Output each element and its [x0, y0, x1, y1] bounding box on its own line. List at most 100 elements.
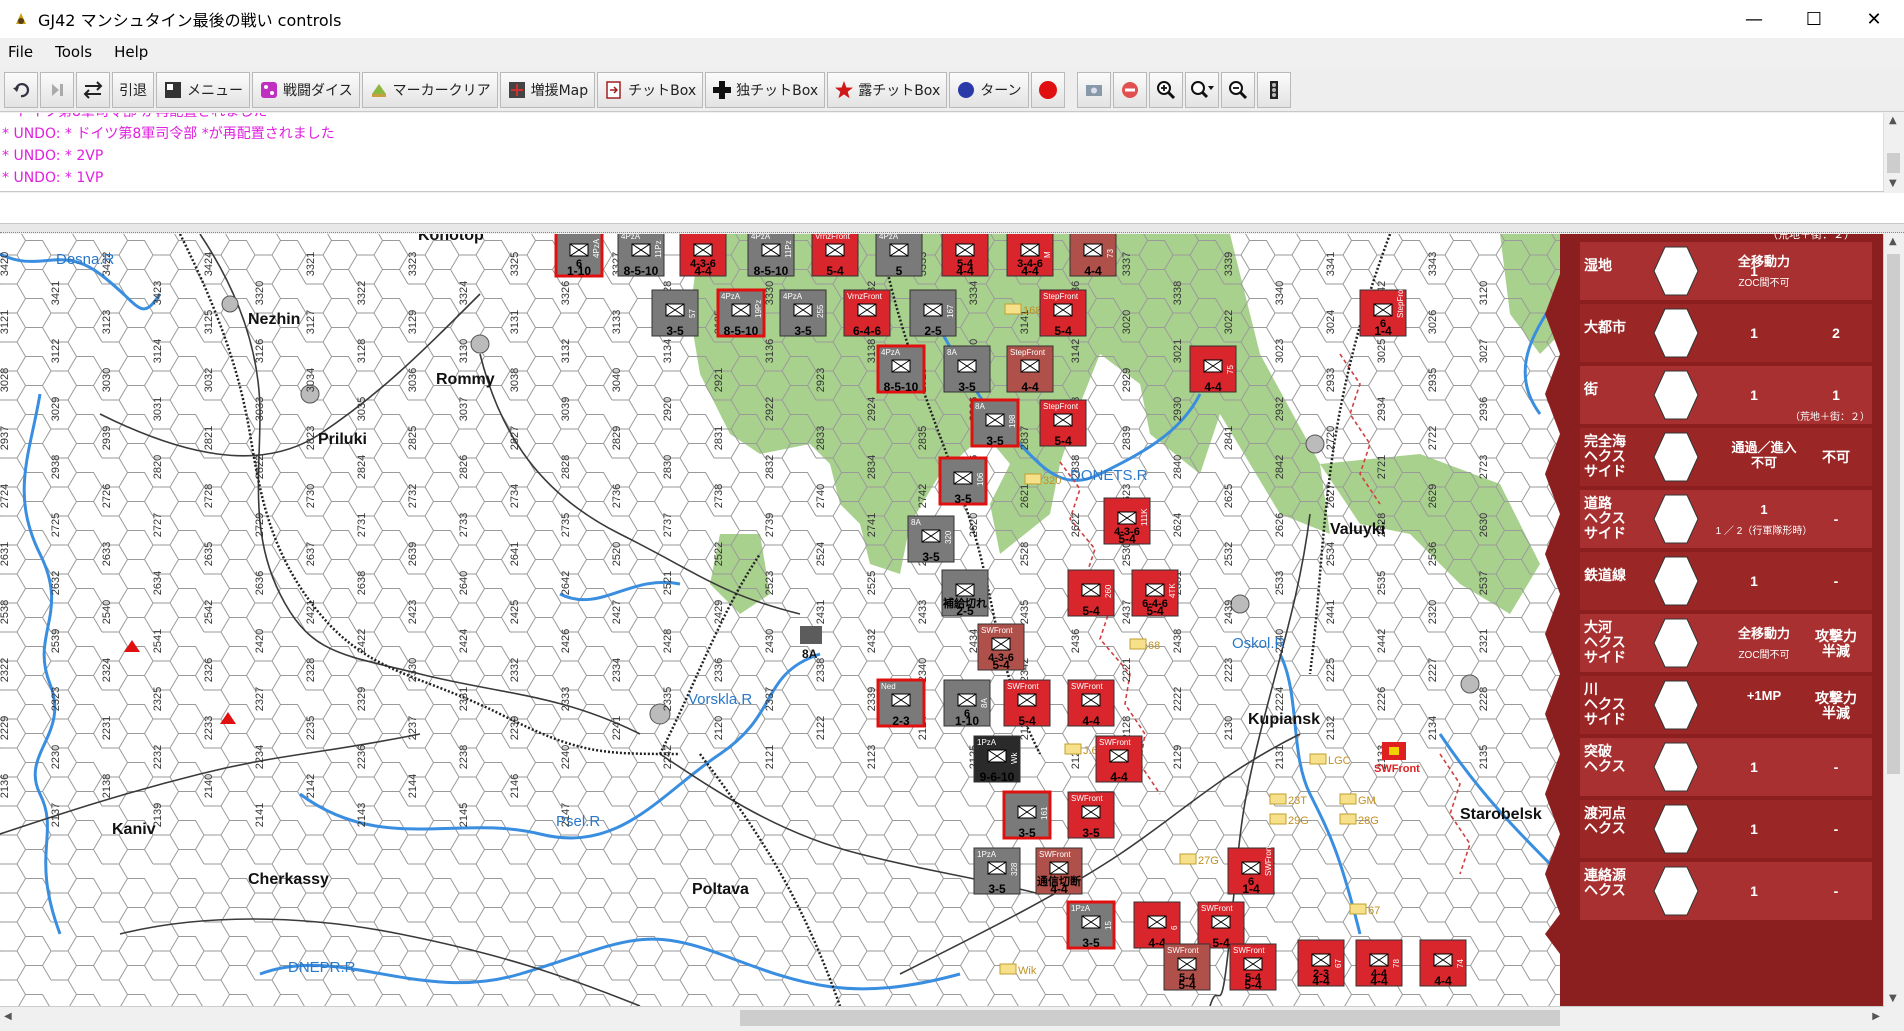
unit-counter[interactable]: 8A 198 3-5: [970, 398, 1020, 448]
screenshot-button[interactable]: [1076, 71, 1111, 108]
menu-button[interactable]: メニュー: [156, 71, 250, 108]
map-board[interactable]: 3420342134223423342433203321332233233324…: [0, 234, 1884, 1006]
maximize-button[interactable]: ☐: [1784, 0, 1844, 38]
log-scroll-thumb[interactable]: [1887, 153, 1900, 173]
unit-counter[interactable]: SWFront 5-4: [1003, 679, 1051, 728]
unit-counter[interactable]: 1PzA 15 3-5: [1066, 900, 1116, 950]
unit-counter[interactable]: 5-44-4: [941, 234, 989, 278]
undo-button[interactable]: [4, 71, 38, 108]
map-vertical-scrollbar[interactable]: ▲ ▼: [1883, 234, 1904, 1006]
reinforce-map-button[interactable]: 増援Map: [499, 71, 596, 108]
unit-counter[interactable]: SWFront 4-4: [1095, 735, 1143, 784]
step-forward-button[interactable]: [40, 71, 74, 108]
minimize-button[interactable]: —: [1724, 0, 1784, 38]
unit-counter[interactable]: SWFront5-45-4: [1163, 943, 1211, 992]
unit-counter[interactable]: 8A 3-5: [943, 345, 991, 394]
soviet-chit-box-button[interactable]: 露チットBox: [827, 71, 948, 108]
hex-number: 2524: [815, 542, 827, 566]
unit-counter[interactable]: SWFront61-4: [1227, 844, 1275, 896]
hex-number: 2436: [1070, 629, 1082, 653]
hex-number: 3134: [662, 339, 674, 363]
marker-clear-button[interactable]: マーカークリア: [361, 71, 498, 108]
menu-file[interactable]: File: [8, 43, 33, 61]
map-horizontal-scrollbar[interactable]: ◀ ▶: [0, 1006, 1884, 1031]
close-button[interactable]: ✕: [1844, 0, 1904, 38]
traffic-light-button[interactable]: [1256, 71, 1291, 108]
unit-counter[interactable]: VrnzFront 5-4: [811, 234, 859, 278]
unit-id: 74: [1456, 959, 1465, 968]
unit-counter[interactable]: 補給切れ2-5: [941, 569, 989, 618]
unit-counter[interactable]: 4PzA 5: [875, 234, 923, 278]
unit-counter[interactable]: 8A61-10: [943, 679, 991, 728]
splitter-grip[interactable]: [0, 224, 1904, 233]
unit-counter[interactable]: StepFront 4-4: [1006, 345, 1054, 394]
unit-counter[interactable]: M3-4-64-4: [1006, 234, 1054, 278]
hex-number: 2932: [1274, 397, 1286, 421]
retreat-button[interactable]: 引退: [112, 71, 154, 108]
turn-button[interactable]: ターン: [949, 71, 1029, 108]
unit-counter[interactable]: 4PzA61-10: [554, 234, 604, 278]
menu-help[interactable]: Help: [114, 43, 148, 61]
chat-input[interactable]: [0, 193, 1904, 224]
map-vscroll-thumb[interactable]: [1887, 254, 1900, 774]
hex-number: 3131: [509, 310, 521, 334]
unit-counter[interactable]: StepFront61-4: [1359, 282, 1407, 338]
legend-row: 道路ヘクスサイド 1 1 ／ 2（行軍隊形時） -: [1580, 490, 1872, 548]
dice-button[interactable]: 戦闘ダイス: [252, 71, 360, 108]
unit-counter[interactable]: 161 3-5: [1002, 790, 1052, 840]
hex-number: 2720: [1325, 426, 1337, 450]
unit-counter[interactable]: 260 5-4: [1067, 569, 1115, 618]
unit-counter[interactable]: 57 3-5: [651, 289, 699, 338]
unit-counter[interactable]: SWFront通信切断4-4: [1035, 847, 1083, 896]
zoom-out-button[interactable]: [1220, 71, 1255, 108]
river-label: Vorskla.R: [688, 691, 752, 708]
unit-counter[interactable]: 672-34-4: [1297, 939, 1345, 988]
legend-note: （荒地＋街：２）: [1790, 410, 1870, 423]
record-button[interactable]: [1030, 71, 1065, 108]
zoom-in-button[interactable]: [1148, 71, 1183, 108]
zoom-select-button[interactable]: [1184, 71, 1219, 108]
menu-tools[interactable]: Tools: [55, 43, 92, 61]
game-map[interactable]: 3420 3421 3422 3423 3424 3320 3321 3322 3323 3324…: [0, 234, 1884, 1006]
unit-counter[interactable]: 4PzA 19Pz 8-5-10: [716, 288, 766, 338]
hex-number: 3040: [611, 368, 623, 392]
unit-counter[interactable]: Ned 2-3: [876, 678, 926, 728]
unit-counter[interactable]: SWFront4-3-65-4: [977, 623, 1025, 672]
unit-counter[interactable]: 6 4-4: [1133, 901, 1181, 950]
hex-number: 2740: [815, 484, 827, 508]
log-scrollbar[interactable]: ▲ ▼: [1883, 113, 1904, 191]
unit-counter[interactable]: VrnzFront 6-4-6: [843, 289, 891, 338]
unit-counter[interactable]: 111K4-3-65-4: [1103, 497, 1151, 546]
unit-counter[interactable]: 73 4-4: [1069, 234, 1117, 278]
unit-counter[interactable]: 4PzA 255 3-5: [779, 289, 827, 338]
unit-counter[interactable]: 74 4-4: [1419, 939, 1467, 988]
hex-number: 2232: [152, 745, 164, 769]
unit-counter[interactable]: SWFront 5-4: [1197, 901, 1245, 950]
map-hscroll-thumb[interactable]: [740, 1010, 1560, 1026]
hex-number: 2432: [866, 629, 878, 653]
chit-box-button[interactable]: チットBox: [597, 71, 704, 108]
swap-button[interactable]: [76, 71, 110, 108]
unit-counter[interactable]: SWFront5-45-4: [1229, 943, 1277, 992]
unit-counter[interactable]: StepFront 5-4: [1039, 399, 1087, 448]
unit-counter[interactable]: 4PzA 8-5-10: [876, 344, 926, 394]
unit-counter[interactable]: 4-3-64-4: [679, 234, 727, 278]
german-chit-box-button[interactable]: 独チットBox: [705, 71, 826, 108]
unit-counter[interactable]: 1PzA 328 3-5: [973, 847, 1021, 896]
hex-number: 2731: [356, 513, 368, 537]
unit-counter[interactable]: 4PzA 11Pz 8-5-10: [617, 234, 665, 278]
unit-counter[interactable]: 4TK6-4-65-4: [1131, 569, 1179, 618]
unit-counter[interactable]: 167 2-5: [909, 289, 957, 338]
unit-counter[interactable]: 4PzA 11Pz 8-5-10: [747, 234, 795, 278]
unit-counter[interactable]: SWFront 3-5: [1067, 791, 1115, 840]
unit-counter[interactable]: 784-44-4: [1355, 939, 1403, 988]
unit-counter[interactable]: SWFront 4-4: [1067, 679, 1115, 728]
unit-counter[interactable]: 8A 320 3-5: [907, 515, 955, 564]
unit-counter[interactable]: 106 3-5: [938, 456, 988, 506]
stop-button[interactable]: [1112, 71, 1147, 108]
unit-counter[interactable]: 75 4-4: [1189, 345, 1237, 394]
hex-number: 2131: [1274, 745, 1286, 769]
unit-counter[interactable]: 1PzA Wk 9-6-10: [973, 735, 1021, 784]
unit-parent: SWFront: [1007, 682, 1039, 691]
unit-counter[interactable]: StepFront 5-4: [1039, 289, 1087, 338]
